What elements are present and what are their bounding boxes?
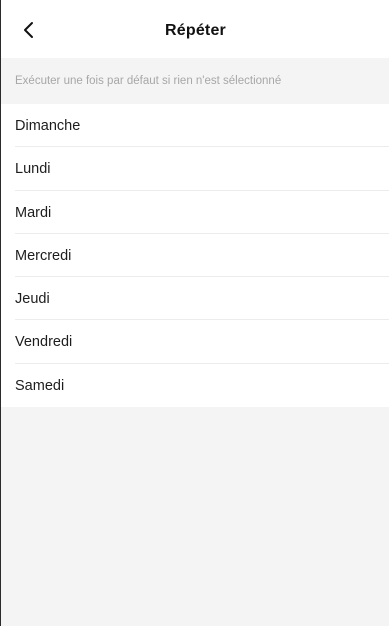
day-item-sunday[interactable]: Dimanche xyxy=(1,104,389,148)
day-label: Jeudi xyxy=(15,291,50,308)
hint-text: Exécuter une fois par défaut si rien n'e… xyxy=(15,75,282,87)
day-item-wednesday[interactable]: Mercredi xyxy=(1,234,389,278)
header-bar: Répéter xyxy=(1,0,389,58)
page-title: Répéter xyxy=(165,22,226,39)
day-label: Samedi xyxy=(15,377,65,394)
repeat-screen: Répéter Exécuter une fois par défaut si … xyxy=(0,0,389,626)
day-label: Vendredi xyxy=(15,334,73,351)
day-label: Mercredi xyxy=(15,247,72,264)
day-item-monday[interactable]: Lundi xyxy=(1,147,389,191)
day-list: Dimanche Lundi Mardi Mercredi Jeudi Vend… xyxy=(1,104,389,407)
day-label: Dimanche xyxy=(15,118,81,134)
day-item-friday[interactable]: Vendredi xyxy=(1,320,389,364)
day-item-saturday[interactable]: Samedi xyxy=(1,364,389,407)
day-item-tuesday[interactable]: Mardi xyxy=(1,191,389,234)
hint-section: Exécuter une fois par défaut si rien n'e… xyxy=(1,58,389,104)
day-label: Mardi xyxy=(15,204,52,221)
day-item-thursday[interactable]: Jeudi xyxy=(1,277,389,321)
day-label: Lundi xyxy=(15,161,51,178)
